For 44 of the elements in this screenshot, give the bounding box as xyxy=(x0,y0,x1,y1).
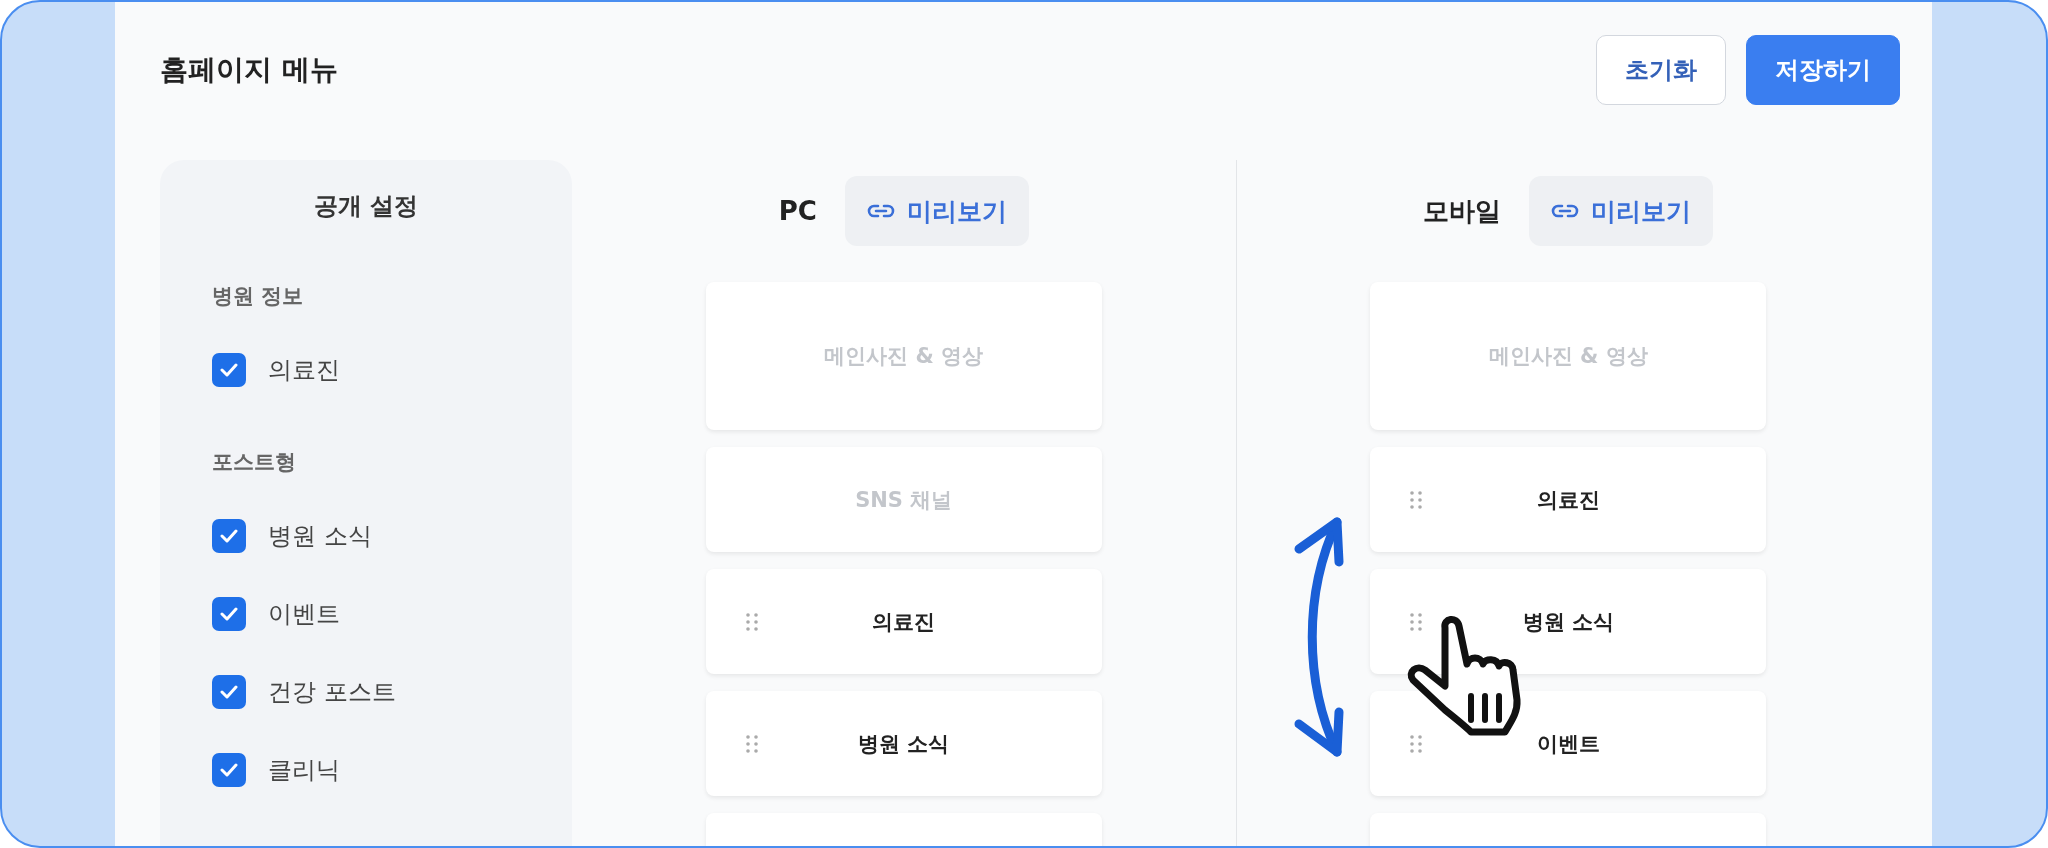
drag-handle-icon[interactable] xyxy=(1410,611,1423,632)
preview-button[interactable]: 미리보기 xyxy=(1529,176,1714,246)
column-title: PC xyxy=(778,196,817,226)
checkbox[interactable] xyxy=(212,353,246,387)
checkbox[interactable] xyxy=(212,753,246,787)
checkbox-label: 의료진 xyxy=(268,355,340,386)
drag-handle-icon[interactable] xyxy=(745,611,758,632)
checkbox[interactable] xyxy=(212,675,246,709)
link-icon xyxy=(866,203,895,219)
menu-card[interactable]: 의료진 xyxy=(705,569,1102,674)
drag-handle-icon[interactable] xyxy=(1410,733,1423,754)
save-button[interactable]: 저장하기 xyxy=(1746,35,1900,105)
checkmark-icon xyxy=(220,685,238,699)
link-icon xyxy=(1551,203,1580,219)
group-label: 포스트형 xyxy=(212,449,297,476)
group-label: 병원 정보 xyxy=(212,283,305,310)
card-label: 메인사진 & 영상 xyxy=(824,343,984,370)
card-label: 이벤트 xyxy=(1536,730,1600,758)
page-title: 홈페이지 메뉴 xyxy=(160,52,338,88)
card-label: 의료진 xyxy=(1536,486,1600,514)
checkbox-label: 건강 포스트 xyxy=(268,677,396,708)
panel-title: 공개 설정 xyxy=(312,191,420,222)
preview-button[interactable]: 미리보기 xyxy=(844,176,1029,246)
checkbox[interactable] xyxy=(212,519,246,553)
menu-card[interactable]: 의료진 xyxy=(1370,447,1767,552)
card-label: 병원 소식 xyxy=(1522,608,1614,636)
menu-card[interactable]: 병원 소식 xyxy=(705,691,1102,796)
column-title: 모바일 xyxy=(1423,194,1502,228)
checkbox-label: 이벤트 xyxy=(268,599,340,630)
checkbox-label: 병원 소식 xyxy=(268,521,372,552)
menu-card[interactable]: 병원 소식 xyxy=(1370,569,1767,674)
card-label: 의료진 xyxy=(872,608,936,636)
card-label: 병원 소식 xyxy=(858,730,950,758)
reset-button[interactable]: 초기화 xyxy=(1596,35,1726,105)
card-label: 메인사진 & 영상 xyxy=(1488,343,1648,370)
checkbox-label: 클리닉 xyxy=(268,755,340,786)
checkmark-icon xyxy=(220,529,238,543)
checkmark-icon xyxy=(220,763,238,777)
drag-handle-icon[interactable] xyxy=(1410,489,1423,510)
checkmark-icon xyxy=(220,363,238,377)
checkmark-icon xyxy=(220,607,238,621)
checkbox[interactable] xyxy=(212,597,246,631)
card-label: SNS 채널 xyxy=(855,486,953,514)
drag-handle-icon[interactable] xyxy=(745,733,758,754)
